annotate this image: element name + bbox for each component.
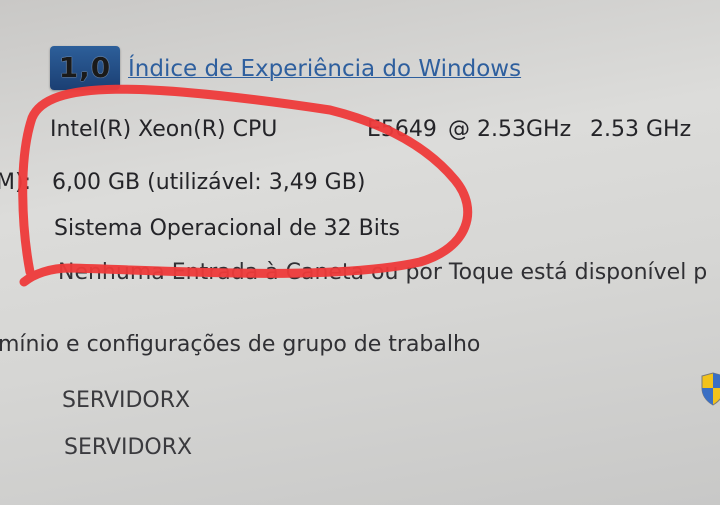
pen-touch-value: Nenhuma Entrada à Caneta ou por Toque es…: [58, 260, 708, 285]
domain-section-title: mínio e configurações de grupo de trabal…: [0, 332, 481, 357]
ram-value: 6,00 GB (utilizável: 3,49 GB): [52, 170, 366, 195]
experience-index-link[interactable]: Índice de Experiência do Windows: [128, 56, 521, 82]
experience-index-badge[interactable]: 1,0: [50, 46, 120, 90]
processor-name: Intel(R) Xeon(R) CPU: [50, 117, 278, 142]
computer-name-value: SERVIDORX: [62, 388, 191, 413]
uac-shield-icon[interactable]: [700, 372, 720, 406]
processor-model: E5649: [367, 117, 437, 142]
processor-speed-ghz: 2.53 GHz: [590, 117, 692, 142]
full-computer-name-value: SERVIDORX: [64, 435, 193, 460]
ram-label: M):: [0, 170, 31, 195]
experience-score: 1,0: [58, 51, 112, 84]
processor-speed: @ 2.53GHz: [448, 117, 572, 142]
system-type-value: Sistema Operacional de 32 Bits: [54, 216, 400, 241]
